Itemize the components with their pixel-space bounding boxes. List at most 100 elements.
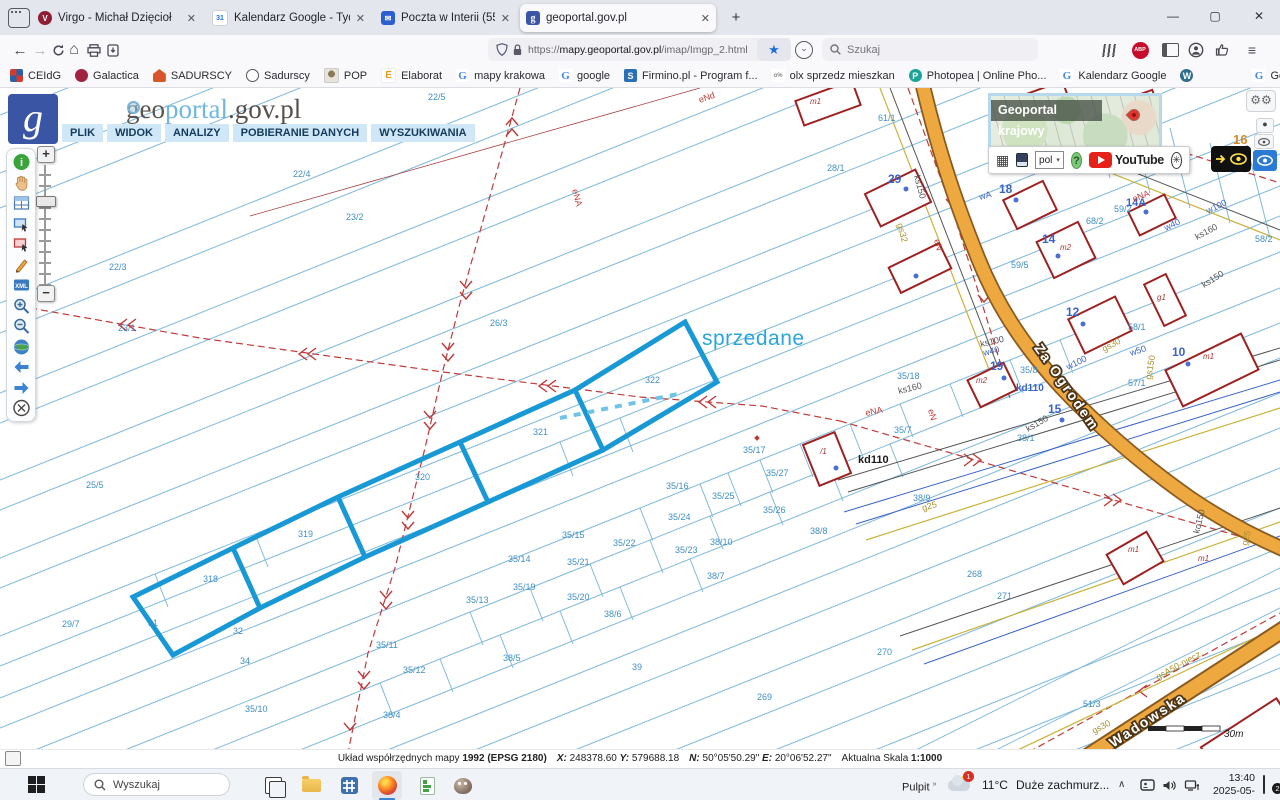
tab-calendar[interactable]: 31 Kalendarz Google - Tydzień, w I ✕ <box>206 4 371 32</box>
pan-hand-icon[interactable] <box>12 174 31 192</box>
small-marker-button[interactable]: ● <box>1256 118 1274 133</box>
start-button[interactable] <box>28 776 45 793</box>
parcel-label: 38/4 <box>383 710 401 720</box>
new-tab-button[interactable]: + <box>724 6 748 30</box>
taskbar-clock[interactable]: 13:40 2025-05-08 <box>1203 772 1255 800</box>
bookmark-item[interactable]: GGoogle.pl <box>1252 69 1280 82</box>
window-minimize-button[interactable]: — <box>1152 0 1194 32</box>
status-segment: 50°05'50.29" <box>702 753 763 764</box>
tab-mail[interactable]: ✉ Poczta w Interii (55) ✕ <box>375 4 516 32</box>
select-area-red-icon[interactable] <box>12 235 31 253</box>
task-view-button[interactable] <box>258 771 288 800</box>
tab-close-icon[interactable]: ✕ <box>187 12 196 25</box>
zoom-slider-track[interactable] <box>39 165 51 285</box>
select-area-blue-icon[interactable] <box>12 215 31 233</box>
search-bar[interactable]: Szukaj <box>822 38 1038 61</box>
full-extent-globe-icon[interactable] <box>12 338 31 356</box>
geoportal-brand-title: geoportal.gov.pl <box>126 94 302 124</box>
tracking-shield-icon[interactable] <box>496 43 508 56</box>
volume-tray-icon[interactable] <box>1160 777 1178 793</box>
weather-temperature[interactable]: 11°C <box>982 769 1008 800</box>
tab-close-icon[interactable]: ✕ <box>356 12 365 25</box>
window-maximize-button[interactable]: ▢ <box>1194 0 1236 32</box>
hidden-icons-chevron[interactable]: ∧ <box>1118 769 1125 800</box>
bookmark-item[interactable]: G Kalendarz Google <box>1060 69 1166 82</box>
menu-pobieranie-danych[interactable]: POBIERANIE DANYCH <box>232 124 368 142</box>
bookmark-star-icon[interactable]: ★ <box>757 38 791 61</box>
libreoffice-calc-button[interactable] <box>412 771 442 800</box>
menu-wyszukiwania[interactable]: WYSZUKIWANIA <box>371 124 475 142</box>
bookmark-item[interactable]: POP <box>323 68 367 83</box>
bookmark-item[interactable]: P Photopea | Online Pho... <box>908 69 1046 82</box>
small-eye-button[interactable] <box>1254 134 1274 149</box>
tab-virgo[interactable]: V Virgo - Michał Dzięcioł ✕ <box>32 4 202 32</box>
attributes-table-icon[interactable] <box>12 194 31 212</box>
firefox-button[interactable] <box>372 771 402 800</box>
clear-selection-icon[interactable] <box>12 399 31 417</box>
adblock-icon[interactable]: ABP <box>1128 38 1152 62</box>
info-icon[interactable]: i <box>12 153 31 171</box>
bookmark-item[interactable]: Galactica <box>75 69 139 82</box>
composition-icon[interactable] <box>1016 153 1029 167</box>
highlighted-parcels-outline[interactable] <box>129 318 721 659</box>
xml-data-icon[interactable]: XML <box>12 276 31 294</box>
next-view-icon[interactable] <box>12 379 31 397</box>
taskbar-search-box[interactable]: Wyszukaj <box>83 773 230 796</box>
tab-geoportal-active[interactable]: g geoportal.gov.pl ✕ <box>520 4 716 32</box>
helm-wheel-icon[interactable]: ✳ <box>1170 151 1182 169</box>
bookmark-item[interactable]: E Elaborat <box>381 68 442 83</box>
url-bar[interactable]: https://mapy.geoportal.gov.pl/imap/Imgp_… <box>488 38 764 61</box>
bookmark-item[interactable]: W <box>1180 69 1198 82</box>
file-explorer-button[interactable] <box>296 771 326 800</box>
sidebar-icon[interactable] <box>1158 38 1182 62</box>
gimp-button[interactable] <box>448 771 478 800</box>
geoportal-logo[interactable]: g <box>8 94 58 144</box>
zoom-in-button[interactable]: + <box>37 146 55 163</box>
zoom-out-button[interactable]: − <box>37 285 55 302</box>
menu-hamburger-icon[interactable]: ≡ <box>1240 38 1264 62</box>
draw-measure-icon[interactable] <box>12 256 31 274</box>
firefox-view-button[interactable] <box>8 8 30 28</box>
pocket-icon[interactable]: ⌄ <box>795 41 813 59</box>
bookmark-item[interactable]: S Firmino.pl - Program f... <box>624 69 758 82</box>
bookmark-item[interactable]: Ggoogle <box>559 69 610 82</box>
help-icon[interactable]: ? <box>1070 151 1083 169</box>
restore-map-icon[interactable] <box>5 751 21 766</box>
window-close-button[interactable]: ✕ <box>1238 0 1280 32</box>
desktop-toolbar[interactable]: Pulpit » <box>902 769 937 800</box>
account-icon[interactable] <box>1184 38 1208 62</box>
parcel-label: eNA <box>570 188 584 208</box>
calculator-button[interactable] <box>334 771 364 800</box>
youtube-link[interactable]: YouTube <box>1089 152 1164 168</box>
bookmark-item[interactable]: Sadurscy <box>246 69 310 82</box>
save-page-icon[interactable] <box>101 38 125 62</box>
previous-view-icon[interactable] <box>12 358 31 376</box>
parcel-label: 321 <box>533 427 548 437</box>
menu-plik[interactable]: PLIK <box>62 124 104 142</box>
zoom-in-icon[interactable] <box>12 297 31 315</box>
geoportal-map-viewport[interactable]: sprzedane 22/5 22/4 23/2 22/3 23/1 26/3 25/5 29/… <box>0 88 1280 768</box>
bookmark-item[interactable]: o% olx sprzedz mieszkan <box>771 69 895 82</box>
show-layers-eye-button[interactable] <box>1253 150 1277 171</box>
zoom-out-icon[interactable] <box>12 317 31 335</box>
weather-icon[interactable]: 1 <box>948 771 974 794</box>
menu-analizy[interactable]: ANALIZY <box>164 124 229 142</box>
bookmark-item[interactable]: Gmapy krakowa <box>456 69 545 82</box>
tab-close-icon[interactable]: ✕ <box>501 12 510 25</box>
zoom-slider-handle[interactable] <box>36 196 56 207</box>
settings-gears-icon[interactable]: ⚙⚙ <box>1246 90 1276 112</box>
layers-grid-icon[interactable]: ▦ <box>996 153 1009 167</box>
notification-center-button[interactable]: 2 <box>1263 775 1280 794</box>
visibility-toggle-button[interactable] <box>1211 146 1251 172</box>
teams-tray-icon[interactable] <box>1138 777 1156 793</box>
weather-description[interactable]: Duże zachmurz... <box>1016 769 1109 800</box>
bookmark-item[interactable]: CEIdG <box>10 69 61 82</box>
cadastral-map[interactable]: sprzedane22/522/423/222/323/1 26/325/529/… <box>0 88 1280 768</box>
menu-widok[interactable]: WIDOK <box>107 124 161 142</box>
language-select[interactable]: pol ▾ <box>1035 151 1064 169</box>
library-icon[interactable] <box>1098 38 1122 62</box>
network-tray-icon[interactable] <box>1183 777 1201 793</box>
thumbs-up-icon[interactable] <box>1210 38 1234 62</box>
tab-close-icon[interactable]: ✕ <box>701 12 710 25</box>
bookmark-item[interactable]: SADURSCY <box>152 69 232 82</box>
